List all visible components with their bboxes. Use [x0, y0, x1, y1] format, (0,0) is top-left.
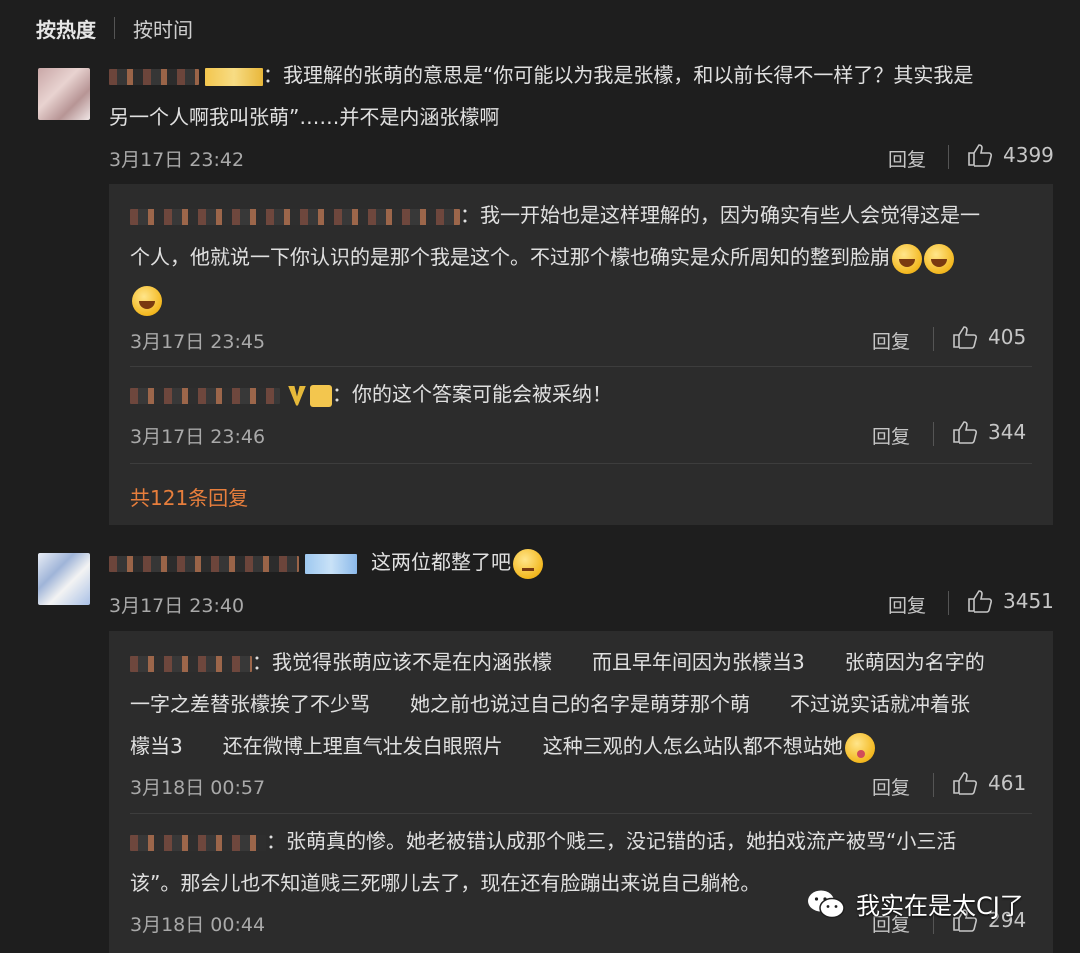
reply-text: ：我一开始也是这样理解的，因为确实有些人会觉得这是一 [130, 194, 980, 236]
like-count: 461 [988, 771, 1027, 795]
reply-timestamp: 3月17日 23:45 [130, 331, 266, 353]
like-count: 344 [988, 420, 1027, 444]
username-redacted[interactable] [130, 387, 280, 404]
comment-timestamp: 3月17日 23:42 [109, 149, 245, 171]
laughing-tears-emoji-icon [924, 243, 954, 274]
username-redacted[interactable] [130, 208, 460, 225]
reply-button[interactable]: 回复 [872, 773, 910, 800]
thumbs-up-icon [953, 421, 978, 444]
comment-timestamp: 3月17日 23:40 [109, 595, 245, 617]
reply-text-line3 [130, 278, 162, 320]
reply-text: ：张萌真的惨。她老被错认成那个贱三，没记错的话，她拍戏流产被骂“小三活 [130, 820, 956, 862]
reply-divider [130, 366, 1032, 367]
laughing-tears-emoji-icon [892, 243, 922, 274]
reply-text-line2: 个人，他就说一下你认识的是那个我是这个。不过那个檬也确实是众所周知的整到脸崩 [130, 236, 954, 278]
like-button[interactable]: 3451 [967, 589, 1054, 613]
thinking-emoji-icon [513, 548, 543, 579]
username-redacted[interactable] [130, 655, 252, 672]
wechat-watermark: 我实在是太CJ了 [806, 886, 1024, 921]
action-divider [948, 591, 949, 615]
username-redacted[interactable] [109, 555, 299, 572]
laughing-tears-emoji-icon [132, 285, 162, 316]
action-divider [933, 422, 934, 446]
reply-divider [130, 813, 1032, 814]
like-count: 4399 [1003, 143, 1054, 167]
watermark-text: 我实在是太CJ了 [856, 892, 1024, 920]
thumbs-up-icon [953, 326, 978, 349]
like-count: 405 [988, 325, 1027, 349]
username-redacted[interactable] [109, 68, 199, 85]
reply-text-line2: 一字之差替张檬挨了不少骂 她之前也说过自己的名字是萌芽那个萌 不过说实话就冲着张 [130, 692, 970, 716]
blowing-kiss-emoji-icon [844, 732, 875, 763]
sort-bar: 按热度 按时间 [36, 14, 193, 42]
reply-text-line3: 檬当3 还在微博上理直气壮发白眼照片 这种三观的人怎么站队都不想站她 [130, 725, 875, 767]
reply-button[interactable]: 回复 [872, 327, 910, 354]
reply-button[interactable]: 回复 [872, 422, 910, 449]
more-replies-link[interactable]: 共121条回复 [130, 482, 248, 511]
verified-v-icon [288, 385, 306, 406]
sort-by-hot-tab[interactable]: 按热度 [36, 14, 96, 43]
comment-text: 这两位都整了吧 [109, 541, 543, 583]
action-divider [933, 327, 934, 351]
reply-timestamp: 3月18日 00:57 [130, 777, 266, 799]
reply-timestamp: 3月17日 23:46 [130, 426, 266, 448]
reply-button[interactable]: 回复 [888, 145, 926, 172]
thumbs-up-icon [968, 590, 993, 613]
action-divider [933, 773, 934, 797]
thumbs-up-icon [953, 772, 978, 795]
avatar[interactable] [38, 553, 90, 605]
like-button[interactable]: 344 [952, 420, 1026, 444]
reply-text: ：我觉得张萌应该不是在内涵张檬 而且早年间因为张檬当3 张萌因为名字的 [130, 641, 985, 683]
reply-text: ：你的这个答案可能会被采纳！ [130, 373, 612, 415]
action-divider [948, 145, 949, 169]
reply-text-line2: 该”。那会儿也不知道贱三死哪儿去了，现在还有脸蹦出来说自己躺枪。 [130, 871, 761, 895]
sort-by-time-tab[interactable]: 按时间 [133, 14, 193, 43]
wechat-icon [808, 890, 845, 918]
like-button[interactable]: 461 [952, 771, 1026, 795]
reply-divider [130, 463, 1032, 464]
member-badge [205, 67, 263, 86]
reply-timestamp: 3月18日 00:44 [130, 914, 266, 936]
reply-button[interactable]: 回复 [888, 591, 926, 618]
member-badge [305, 553, 357, 574]
like-button[interactable]: 4399 [967, 143, 1054, 167]
comment-text-line2: 另一个人啊我叫张萌”……并不是内涵张檬啊 [109, 105, 500, 129]
like-button[interactable]: 405 [952, 325, 1026, 349]
avatar[interactable] [38, 68, 90, 120]
comment-text: ：我理解的张萌的意思是“你可能以为我是张檬，和以前长得不一样了？其实我是 [109, 54, 973, 96]
like-count: 3451 [1003, 589, 1054, 613]
thumbs-up-icon [968, 144, 993, 167]
username-redacted[interactable] [130, 834, 266, 851]
crown-badge-icon [310, 384, 332, 407]
sort-divider [114, 17, 115, 39]
